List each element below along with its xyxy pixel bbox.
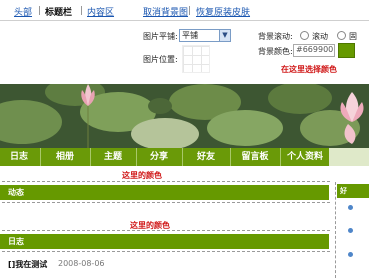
- chevron-down-icon[interactable]: ▼: [219, 30, 230, 41]
- scroll-option-label: 滚动: [312, 32, 328, 41]
- nav-bar: 日志 相册 主题 分享 好友 留言板 个人资料: [0, 148, 329, 166]
- position-label: 图片位置:: [143, 55, 178, 64]
- banner-image: [0, 84, 369, 148]
- restore-skin-link[interactable]: 恢复原装皮肤: [196, 5, 250, 18]
- nav-bar-end: [329, 148, 369, 166]
- blog-header: 日志: [0, 234, 329, 249]
- tile-select-value: 平铺: [182, 31, 198, 40]
- nav-item-friends[interactable]: 好友: [183, 148, 229, 166]
- action-separator: [189, 6, 190, 15]
- tile-select[interactable]: 平铺 ▼: [179, 29, 231, 42]
- activity-header: 动态: [0, 185, 329, 200]
- section-border: [2, 202, 330, 203]
- side-avatar-icon[interactable]: [348, 252, 353, 257]
- scroll-label: 背景滚动:: [258, 32, 293, 41]
- scroll-radio[interactable]: [300, 31, 309, 40]
- fixed-radio[interactable]: [337, 31, 346, 40]
- color-label: 背景颜色:: [258, 47, 293, 56]
- tile-label: 图片平铺:: [143, 32, 178, 41]
- nav-item-theme[interactable]: 主题: [91, 148, 135, 166]
- annotation-pick-color: 在这里选择颜色: [281, 65, 337, 74]
- nav-item-album[interactable]: 相册: [41, 148, 89, 166]
- side-panel-title: 好: [340, 187, 347, 195]
- nav-item-blog[interactable]: 日志: [0, 148, 38, 166]
- lotus-pond-image: [0, 84, 369, 148]
- divider: [0, 20, 369, 21]
- activity-title: 动态: [8, 188, 24, 197]
- post-date: 2008-08-06: [58, 259, 105, 268]
- nav-item-share[interactable]: 分享: [137, 148, 181, 166]
- section-border: [2, 251, 330, 252]
- annotation-here-color-1: 这里的颜色: [122, 171, 162, 180]
- color-swatch[interactable]: [338, 43, 355, 58]
- tab-separator: [81, 6, 82, 15]
- section-border: [2, 230, 330, 231]
- nav-item-guestbook[interactable]: 留言板: [231, 148, 279, 166]
- section-border: [2, 181, 330, 182]
- post-title[interactable]: []我在测试: [8, 259, 47, 270]
- side-avatar-icon[interactable]: [348, 228, 353, 233]
- tab-content-area[interactable]: 内容区: [87, 5, 114, 18]
- blog-title: 日志: [8, 237, 24, 246]
- tab-header[interactable]: 头部: [14, 5, 32, 18]
- side-panel-header: 好: [337, 184, 369, 198]
- position-grid[interactable]: [182, 45, 210, 73]
- fixed-option-label: 固: [349, 32, 357, 41]
- side-avatar-icon[interactable]: [348, 205, 353, 210]
- color-input[interactable]: #669900: [293, 44, 335, 57]
- cancel-background-link[interactable]: 取消背景图: [143, 5, 188, 18]
- tab-titlebar[interactable]: 标题栏: [45, 5, 72, 18]
- tab-separator: [39, 6, 40, 15]
- color-value: #669900: [296, 45, 334, 54]
- nav-item-profile[interactable]: 个人资料: [281, 148, 329, 166]
